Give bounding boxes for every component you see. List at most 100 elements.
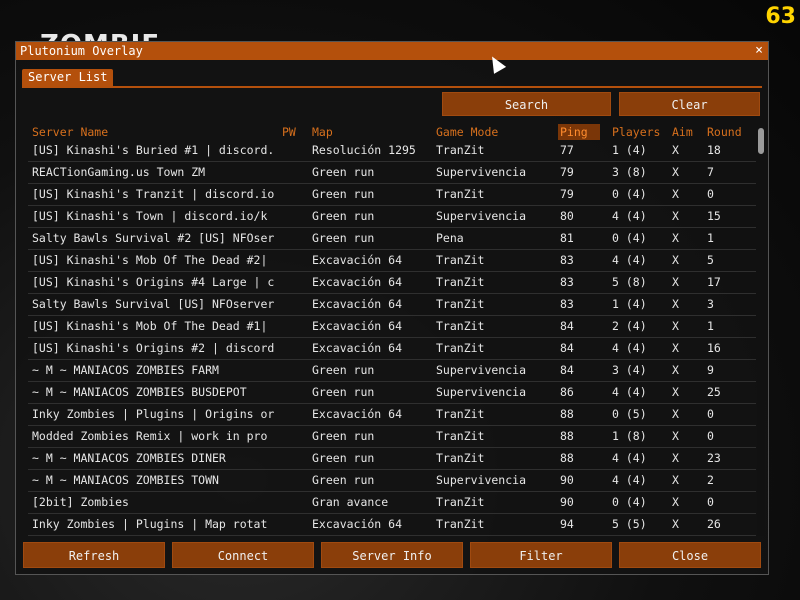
server-map: Green run [312, 473, 375, 487]
server-list[interactable]: Server Name PW Map Game Mode Ping Player… [28, 124, 756, 536]
server-row[interactable]: [US] Kinashi's Town | discord.io/k Green … [28, 206, 756, 228]
server-map: Green run [312, 209, 375, 223]
server-ping: 81 [560, 231, 574, 245]
close-icon[interactable]: × [755, 42, 763, 60]
column-header-pw[interactable]: PW [282, 124, 304, 140]
server-aim: X [672, 209, 679, 223]
server-ping: 88 [560, 429, 574, 443]
server-ping: 88 [560, 407, 574, 421]
server-row[interactable]: ~ M ~ MANIACOS ZOMBIES TOWN Green run Supe… [28, 470, 756, 492]
server-row[interactable]: Inky Zombies | Plugins | Map rotat Excava… [28, 514, 756, 536]
server-game-mode: Supervivencia [436, 473, 527, 487]
server-aim: X [672, 517, 679, 531]
server-players: 3 (8) [612, 165, 647, 179]
server-ping: 77 [560, 143, 574, 157]
server-game-mode: Supervivencia [436, 165, 527, 179]
server-ping: 80 [560, 209, 574, 223]
server-players: 0 (4) [612, 495, 647, 509]
server-round: 0 [707, 429, 714, 443]
server-name: [US] Kinashi's Origins #2 | discord [32, 341, 275, 355]
server-map: Excavación 64 [312, 275, 403, 289]
window-titlebar[interactable]: Plutonium Overlay × [16, 42, 768, 60]
server-name: ~ M ~ MANIACOS ZOMBIES BUSDEPOT [32, 385, 247, 399]
filter-button[interactable]: Filter [470, 542, 612, 568]
server-map: Green run [312, 429, 375, 443]
server-name: ~ M ~ MANIACOS ZOMBIES TOWN [32, 473, 219, 487]
server-map: Green run [312, 451, 375, 465]
server-players: 4 (4) [612, 253, 647, 267]
server-row[interactable]: ~ M ~ MANIACOS ZOMBIES DINER Green run Tra… [28, 448, 756, 470]
server-game-mode: Supervivencia [436, 209, 527, 223]
column-header-players[interactable]: Players [612, 124, 674, 140]
server-round: 3 [707, 297, 714, 311]
server-ping: 83 [560, 253, 574, 267]
server-row[interactable]: [US] Kinashi's Mob Of The Dead #2| Excava… [28, 250, 756, 272]
server-aim: X [672, 341, 679, 355]
server-round: 0 [707, 187, 714, 201]
server-row[interactable]: ~ M ~ MANIACOS ZOMBIES FARM Green run Supe… [28, 360, 756, 382]
server-row[interactable]: Modded Zombies Remix | work in pro Green … [28, 426, 756, 448]
connect-button[interactable]: Connect [172, 542, 314, 568]
server-row[interactable]: [US] Kinashi's Origins #4 Large | c Excav… [28, 272, 756, 294]
scrollbar-thumb[interactable] [758, 128, 764, 154]
server-game-mode: TranZit [436, 341, 485, 355]
server-row[interactable]: Salty Bawls Survival #2 [US] NFOser Green… [28, 228, 756, 250]
server-row[interactable]: [US] Kinashi's Tranzit | discord.io Green… [28, 184, 756, 206]
server-name: [US] Kinashi's Tranzit | discord.io [32, 187, 275, 201]
server-map: Excavación 64 [312, 319, 403, 333]
server-map: Green run [312, 385, 375, 399]
server-row[interactable]: [2bit] Zombies Gran avance TranZit 90 0 (4) X… [28, 492, 756, 514]
server-name: REACTionGaming.us Town ZM [32, 165, 206, 179]
server-aim: X [672, 253, 679, 267]
column-header-server-name[interactable]: Server Name [32, 124, 276, 140]
server-round: 5 [707, 253, 714, 267]
column-header-ping[interactable]: Ping [558, 124, 600, 140]
server-row[interactable]: REACTionGaming.us Town ZM Green run Superv… [28, 162, 756, 184]
server-row[interactable]: Inky Zombies | Plugins | Origins or Excav… [28, 404, 756, 426]
server-name: Modded Zombies Remix | work in pro [32, 429, 268, 443]
server-row[interactable]: [US] Kinashi's Mob Of The Dead #1| Excava… [28, 316, 756, 338]
server-list-scrollbar[interactable] [757, 126, 765, 536]
server-ping: 83 [560, 275, 574, 289]
plutonium-overlay-window: Plutonium Overlay × Server List Search C… [15, 41, 769, 575]
column-header-aim[interactable]: Aim [672, 124, 696, 140]
close-button[interactable]: Close [619, 542, 761, 568]
column-header-game-mode[interactable]: Game Mode [436, 124, 554, 140]
server-aim: X [672, 495, 679, 509]
server-players: 5 (8) [612, 275, 647, 289]
server-name: [2bit] Zombies [32, 495, 129, 509]
server-aim: X [672, 363, 679, 377]
server-players: 4 (4) [612, 385, 647, 399]
server-name: Salty Bawls Survival [US] NFOserver [32, 297, 275, 311]
column-header-map[interactable]: Map [312, 124, 430, 140]
tab-server-list[interactable]: Server List [22, 69, 114, 86]
server-name: [US] Kinashi's Town | discord.io/k [32, 209, 268, 223]
server-round: 9 [707, 363, 714, 377]
search-button[interactable]: Search [442, 92, 611, 116]
refresh-button[interactable]: Refresh [23, 542, 165, 568]
server-row[interactable]: [US] Kinashi's Buried #1 | discord. Resol… [28, 140, 756, 162]
server-row[interactable]: [US] Kinashi's Origins #2 | discord Excav… [28, 338, 756, 360]
server-row[interactable]: Salty Bawls Survival [US] NFOserver Excav… [28, 294, 756, 316]
server-round: 23 [707, 451, 721, 465]
server-round: 25 [707, 385, 721, 399]
server-map: Green run [312, 363, 375, 377]
server-name: [US] Kinashi's Buried #1 | discord. [32, 143, 275, 157]
server-name: Inky Zombies | Plugins | Map rotat [32, 517, 268, 531]
server-players: 1 (4) [612, 297, 647, 311]
server-info-button[interactable]: Server Info [321, 542, 463, 568]
server-ping: 90 [560, 473, 574, 487]
server-players: 3 (4) [612, 363, 647, 377]
column-header-round[interactable]: Round [707, 124, 752, 140]
server-round: 18 [707, 143, 721, 157]
server-players: 4 (4) [612, 451, 647, 465]
server-round: 17 [707, 275, 721, 289]
server-game-mode: TranZit [436, 253, 485, 267]
server-row[interactable]: ~ M ~ MANIACOS ZOMBIES BUSDEPOT Green run… [28, 382, 756, 404]
clear-button[interactable]: Clear [619, 92, 760, 116]
server-map: Excavación 64 [312, 253, 403, 267]
server-players: 2 (4) [612, 319, 647, 333]
server-round: 7 [707, 165, 714, 179]
server-map: Green run [312, 165, 375, 179]
server-players: 4 (4) [612, 341, 647, 355]
